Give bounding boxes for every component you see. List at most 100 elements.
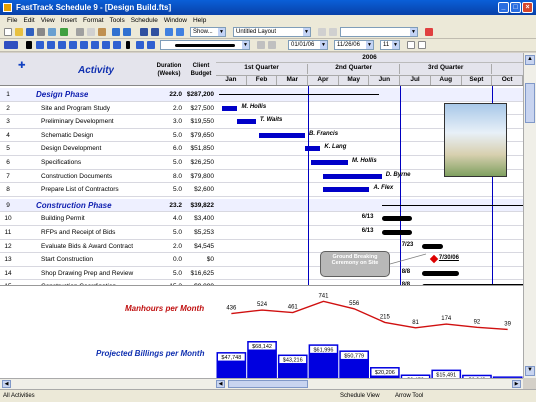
chevron-down-icon: ▼ [218,28,225,36]
col-header-icons[interactable]: ✚ [18,60,26,71]
row-number: 8 [6,186,10,194]
activity-name: Start Construction [41,256,94,264]
zoom-in-icon[interactable] [407,41,415,49]
minimize-button[interactable]: _ [498,2,509,13]
chevron-down-icon: ▼ [303,28,310,36]
text-icon[interactable] [126,41,130,49]
row-number: 14 [4,269,12,277]
paste-icon[interactable] [98,28,106,36]
undo-icon[interactable] [112,28,120,36]
link-tool-icon[interactable] [58,41,66,49]
outdent-icon[interactable] [151,28,159,36]
title-bar: FastTrack Schedule 9 - [Design Build.fts… [0,0,536,15]
arrow-tool-icon[interactable] [26,41,32,49]
manhours-label: 556 [349,301,360,307]
print-icon[interactable] [37,28,45,36]
pattern-icon[interactable] [147,41,155,49]
activity-name: Design Development [41,145,102,153]
scroll-thumb[interactable] [525,83,535,123]
hand-tool-icon[interactable] [91,41,99,49]
activity-name: Site and Program Study [41,104,111,112]
standard-toolbar: Show... ▼ Untitled Layout ▼ ▼ [0,26,536,39]
budget-value: $79,800 [190,172,215,180]
cut-icon[interactable] [76,28,84,36]
new-icon[interactable] [4,28,12,36]
filter-icon[interactable] [329,28,337,36]
link-icon[interactable] [165,28,173,36]
gantt-scroll-thumb[interactable] [228,380,308,388]
scroll-up-icon[interactable]: ▲ [525,55,535,65]
calendar-icon[interactable] [257,41,265,49]
layout-icon[interactable] [318,28,326,36]
chevron-down-icon: ▼ [366,41,373,49]
save-icon[interactable] [26,28,34,36]
menu-edit[interactable]: Edit [20,15,37,26]
close-button[interactable]: × [522,2,533,13]
chevron-down-icon: ▼ [242,41,249,49]
duration-value: 5.0 [172,186,182,194]
scroll-right-icon[interactable]: ▶ [512,380,521,388]
duration-value: 5.0 [172,229,182,236]
open-icon[interactable] [15,28,23,36]
budget-value: $26,250 [190,159,215,166]
maximize-button[interactable]: □ [510,2,521,13]
manhours-label: 174 [441,316,452,322]
font-size-field[interactable]: 11 ▼ [380,40,400,50]
date-to-value: 11/26/06 [337,42,360,48]
annotate-tool-icon[interactable] [113,41,121,49]
row-number: 6 [6,159,10,166]
row-number: 7 [6,172,10,180]
menu-format[interactable]: Format [80,15,107,26]
manhours-line [231,300,508,331]
layout-dropdown[interactable]: Untitled Layout ▼ [233,27,311,37]
bar-tool-icon[interactable] [36,41,44,49]
filter-dropdown[interactable]: ▼ [340,27,418,37]
duration-value: 3.0 [172,118,182,126]
scroll-left-icon[interactable]: ◀ [2,380,11,388]
spell-check-icon[interactable] [60,28,68,36]
col-header-duration[interactable]: Duration (Weeks) [154,62,184,78]
text-tool-icon[interactable] [69,41,77,49]
manhours-label: 524 [257,302,268,308]
menu-view[interactable]: View [38,15,58,26]
status-tool: Arrow Tool [395,393,424,399]
menu-bar: File Edit View Insert Format Tools Sched… [0,15,536,26]
zoom-tool-icon[interactable] [102,41,110,49]
show-dropdown[interactable]: Show... ▼ [190,27,226,37]
row-number: 11 [4,229,12,236]
unlink-icon[interactable] [176,28,184,36]
scroll-down-icon[interactable]: ▼ [525,366,535,376]
duration-value: 5.0 [172,269,182,277]
timescale-icon[interactable] [268,41,276,49]
zoom-out-icon[interactable] [418,41,426,49]
redo-icon[interactable] [123,28,131,36]
menu-schedule[interactable]: Schedule [128,15,161,26]
manhours-title: Manhours per Month [125,304,205,313]
horizontal-scrollbar[interactable]: ◀ ◀ ▶ [0,378,523,389]
menu-insert[interactable]: Insert [58,15,80,26]
menu-file[interactable]: File [4,15,20,26]
vertical-scrollbar[interactable]: ▲ ▼ [523,53,536,378]
indent-icon[interactable] [140,28,148,36]
col-header-activity[interactable]: Activity [78,65,114,76]
menu-help[interactable]: Help [190,15,209,26]
split-tool-icon[interactable] [80,41,88,49]
budget-value: $3,400 [194,215,214,223]
date-from-field[interactable]: 01/01/06 ▼ [288,40,328,50]
budget-value: $51,850 [190,145,215,153]
copy-icon[interactable] [87,28,95,36]
row-number: 4 [6,131,10,139]
outline-icon[interactable] [4,41,18,49]
bar-style-dropdown[interactable]: ▼ [160,40,250,50]
col-header-budget[interactable]: Client Budget [186,62,216,78]
help-icon[interactable] [425,28,433,36]
color-icon[interactable] [136,41,144,49]
menu-window[interactable]: Window [161,15,190,26]
duration-value: 4.0 [172,215,182,223]
gantt-scroll-left-icon[interactable]: ◀ [216,380,225,388]
budget-value: $0 [206,256,214,264]
menu-tools[interactable]: Tools [107,15,128,26]
print-preview-icon[interactable] [48,28,56,36]
milestone-tool-icon[interactable] [47,41,55,49]
date-to-field[interactable]: 11/26/06 ▼ [334,40,374,50]
